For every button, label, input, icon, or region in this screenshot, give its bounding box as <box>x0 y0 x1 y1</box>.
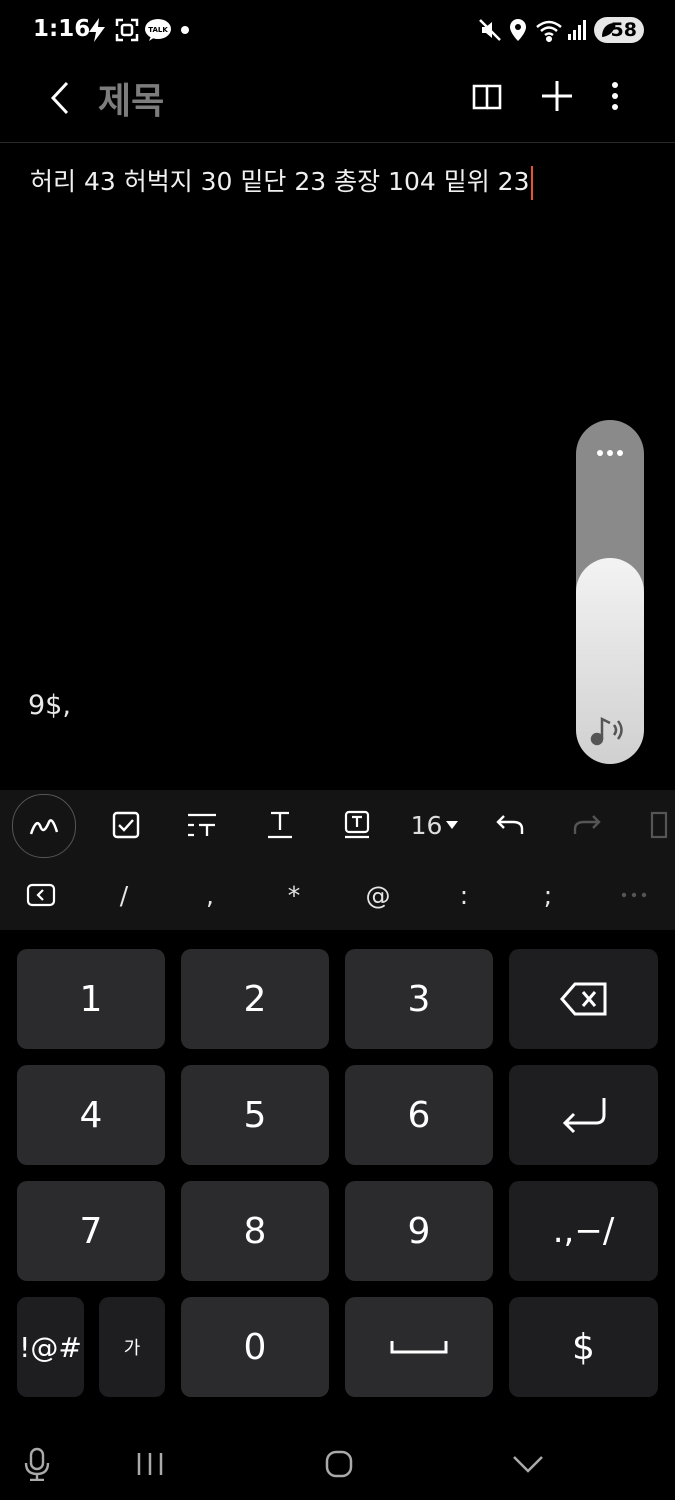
font-size-value: 16 <box>410 810 443 840</box>
dropdown-arrow-icon <box>446 821 459 829</box>
pen-icon <box>29 819 59 835</box>
volume-more-icon[interactable] <box>576 442 644 461</box>
microphone-icon <box>24 1447 50 1481</box>
paragraph-style-button[interactable] <box>182 795 222 855</box>
language-key[interactable]: 가 <box>99 1297 165 1397</box>
symbol-key[interactable]: * <box>264 870 324 920</box>
text-style-icon <box>188 813 216 837</box>
note-body-text[interactable]: 허리 43 허벅지 30 밑단 23 총장 104 밑위 23 <box>30 162 533 200</box>
book-icon <box>472 84 502 110</box>
more-horizontal-icon <box>621 892 647 898</box>
redo-icon <box>573 815 601 834</box>
wifi-icon <box>534 17 564 43</box>
punctuation-key[interactable]: .,−/ <box>509 1181 658 1281</box>
chevron-left-box-icon <box>26 883 56 907</box>
key-8[interactable]: 8 <box>181 1181 329 1281</box>
more-tools-button[interactable] <box>645 795 670 855</box>
enter-icon <box>562 1098 605 1134</box>
notification-dot-icon <box>179 17 191 43</box>
space-icon <box>390 1341 448 1354</box>
symbol-key[interactable]: ; <box>518 870 578 920</box>
symbol-key[interactable]: : <box>434 870 494 920</box>
back-button[interactable] <box>40 76 80 120</box>
mute-icon <box>477 17 503 43</box>
plus-icon <box>542 81 572 111</box>
enter-key[interactable] <box>509 1065 658 1165</box>
chevron-down-icon <box>513 1456 543 1473</box>
text-color-button[interactable] <box>260 795 300 855</box>
space-key[interactable] <box>345 1297 493 1397</box>
key-3[interactable]: 3 <box>345 949 493 1049</box>
backspace-icon <box>559 982 606 1016</box>
text-cursor <box>530 166 533 200</box>
undo-button[interactable] <box>490 795 530 855</box>
symbols-key[interactable]: !@# <box>17 1297 84 1397</box>
charging-icon <box>84 17 110 43</box>
dollar-key[interactable]: $ <box>509 1297 658 1397</box>
back-arrow-icon <box>50 81 69 115</box>
key-7[interactable]: 7 <box>17 1181 165 1281</box>
undo-icon <box>496 815 524 834</box>
volume-slider[interactable] <box>576 420 644 764</box>
checklist-button[interactable] <box>106 795 146 855</box>
reading-mode-button[interactable] <box>468 78 506 116</box>
signal-icon <box>566 17 588 43</box>
voice-input-button[interactable] <box>20 1440 54 1488</box>
screenshot-icon <box>113 17 141 43</box>
font-size-dropdown[interactable]: 16 <box>405 795 465 855</box>
note-title[interactable]: 제목 <box>98 72 164 124</box>
svg-text:TALK: TALK <box>148 26 168 34</box>
more-vertical-icon <box>612 82 618 110</box>
handwriting-text[interactable]: 9$, <box>28 690 71 721</box>
hide-keyboard-button[interactable] <box>508 1440 548 1488</box>
key-0[interactable]: 0 <box>181 1297 329 1397</box>
keyboard-collapse-button[interactable] <box>26 882 56 908</box>
battery-indicator: 58 <box>594 17 644 43</box>
symbol-key[interactable]: @ <box>348 870 408 920</box>
key-6[interactable]: 6 <box>345 1065 493 1165</box>
home-icon <box>325 1450 353 1478</box>
key-1[interactable]: 1 <box>17 949 165 1049</box>
text-box-icon <box>650 811 667 839</box>
more-options-button[interactable] <box>600 76 630 116</box>
more-symbols-button[interactable] <box>604 870 664 920</box>
key-9[interactable]: 9 <box>345 1181 493 1281</box>
note-text: 허리 43 허벅지 30 밑단 23 총장 104 밑위 23 <box>30 167 530 196</box>
key-4[interactable]: 4 <box>17 1065 165 1165</box>
highlight-icon <box>344 810 370 839</box>
media-volume-icon <box>590 713 630 751</box>
highlight-button[interactable] <box>337 795 377 855</box>
status-time: 1:16 <box>33 16 91 42</box>
kakaotalk-icon: TALK <box>143 17 173 43</box>
location-icon <box>507 17 529 43</box>
symbol-key[interactable]: / <box>94 870 154 920</box>
key-2[interactable]: 2 <box>181 949 329 1049</box>
checkbox-icon <box>112 811 140 839</box>
battery-leaf-icon <box>600 21 616 44</box>
add-button[interactable] <box>537 76 577 116</box>
home-button[interactable] <box>318 1440 360 1488</box>
pen-mode-button[interactable] <box>12 794 76 858</box>
text-color-icon <box>268 811 292 839</box>
recents-icon <box>137 1453 163 1475</box>
backspace-key[interactable] <box>509 949 658 1049</box>
redo-button[interactable] <box>567 795 607 855</box>
key-5[interactable]: 5 <box>181 1065 329 1165</box>
symbol-key[interactable]: , <box>180 870 240 920</box>
recent-apps-button[interactable] <box>130 1440 170 1488</box>
